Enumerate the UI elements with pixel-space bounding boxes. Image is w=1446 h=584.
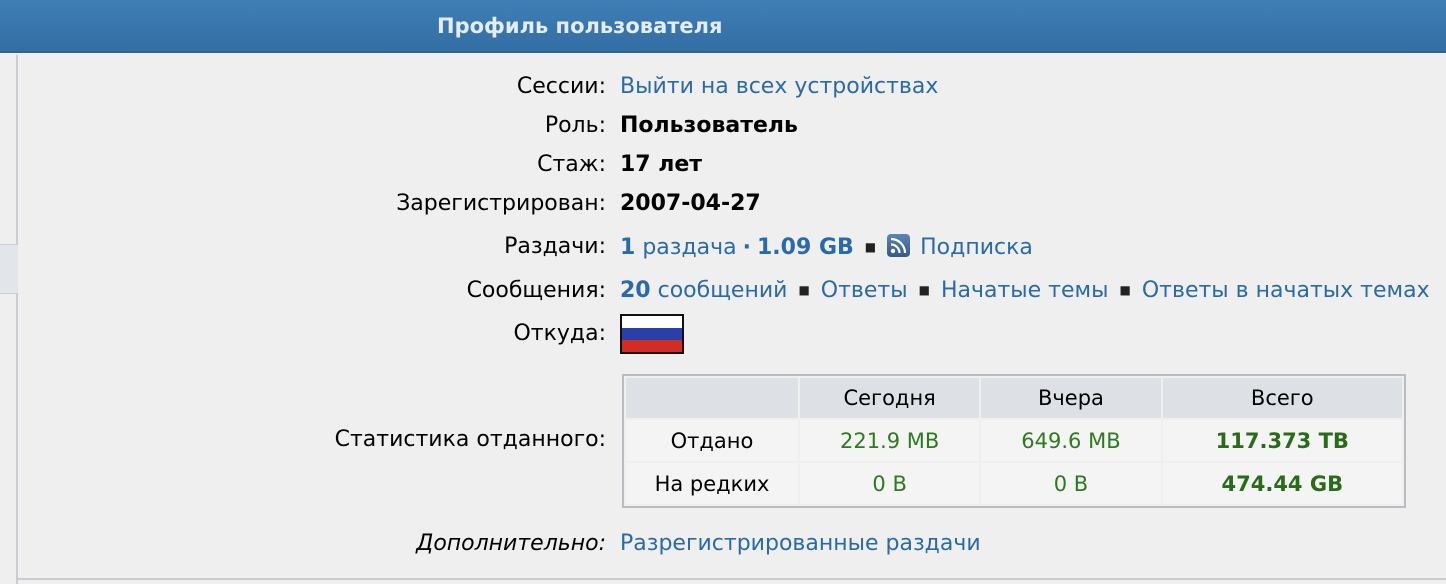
releases-dot: · <box>742 235 751 260</box>
stats-corner <box>626 378 798 418</box>
extra-row: Дополнительно: Разрегистрированные разда… <box>0 531 1446 563</box>
messages-row: Сообщения: 20 сообщений ■ Ответы ■ Начатые т… <box>0 278 1446 310</box>
releases-count-link[interactable]: 1 раздача <box>620 235 737 260</box>
subscribe-link[interactable]: Подписка <box>920 235 1033 260</box>
table-row: Отдано 221.9 MB 649.6 MB 117.373 TB <box>626 420 1402 461</box>
releases-value: 1 раздача · 1.09 GB ■ Подписка <box>620 234 1033 260</box>
releases-row: Раздачи: 1 раздача · 1.09 GB ■ Подписка <box>0 234 1446 266</box>
messages-count: 20 <box>620 278 651 303</box>
rss-icon[interactable] <box>887 234 911 257</box>
stats-col-today: Сегодня <box>800 378 980 418</box>
role-value: Пользователь <box>620 113 798 138</box>
tenure-row: Стаж: 17 лет <box>0 152 1446 184</box>
messages-value: 20 сообщений ■ Ответы ■ Начатые темы ■ Ответы … <box>620 278 1430 303</box>
messages-count-text: сообщений <box>657 278 788 303</box>
stats-col-total: Всего <box>1162 378 1402 418</box>
stats-row-name: Отдано <box>626 420 798 461</box>
registered-label: Зарегистрирован: <box>396 191 606 216</box>
role-row: Роль: Пользователь <box>0 113 1446 145</box>
russia-flag-icon <box>620 314 684 354</box>
releases-size: 1.09 GB <box>757 235 854 260</box>
replies-in-started-link[interactable]: Ответы в начатых темах <box>1142 278 1430 303</box>
releases-label: Раздачи: <box>504 234 606 259</box>
stats-cell-total: 474.44 GB <box>1162 463 1402 504</box>
profile-page: Профиль пользователя Сессии: Выйти на вс… <box>0 0 1446 584</box>
from-row: Откуда: <box>0 321 1446 353</box>
stats-cell-total: 117.373 TB <box>1162 420 1402 461</box>
tenure-label: Стаж: <box>537 152 606 177</box>
separator: ■ <box>798 283 810 297</box>
divider <box>18 578 1446 580</box>
stats-cell-yesterday: 649.6 MB <box>981 420 1161 461</box>
messages-count-link[interactable]: 20 сообщений <box>620 278 787 303</box>
tenure-value: 17 лет <box>620 152 703 177</box>
started-topics-link[interactable]: Начатые темы <box>941 278 1109 303</box>
table-row: На редких 0 B 0 B 474.44 GB <box>626 463 1402 504</box>
page-title: Профиль пользователя <box>437 14 723 38</box>
extra-label: Дополнительно: <box>416 531 606 556</box>
separator: ■ <box>918 283 930 297</box>
stats-cell-yesterday: 0 B <box>981 463 1161 504</box>
replies-link[interactable]: Ответы <box>821 278 908 303</box>
sessions-label: Сессии: <box>516 74 606 99</box>
stats-cell-today: 0 B <box>800 463 980 504</box>
sessions-row: Сессии: Выйти на всех устройствах <box>0 74 1446 106</box>
stats-col-yesterday: Вчера <box>981 378 1161 418</box>
releases-count-text: раздача <box>642 235 737 260</box>
stats-cell-today: 221.9 MB <box>800 420 980 461</box>
registered-value: 2007-04-27 <box>620 191 761 216</box>
stats-label: Статистика отданного: <box>334 427 606 452</box>
header-bar: Профиль пользователя <box>0 0 1446 53</box>
role-label: Роль: <box>544 113 606 138</box>
separator: ■ <box>864 240 877 254</box>
stats-table: Сегодня Вчера Всего Отдано 221.9 MB 649.… <box>622 374 1406 508</box>
releases-count: 1 <box>620 235 636 260</box>
from-label: Откуда: <box>513 321 606 346</box>
messages-label: Сообщения: <box>466 278 606 303</box>
registered-row: Зарегистрирован: 2007-04-27 <box>0 191 1446 223</box>
stats-header-row: Сегодня Вчера Всего <box>626 378 1402 418</box>
separator: ■ <box>1119 283 1131 297</box>
stats-row-name: На редких <box>626 463 798 504</box>
unregistered-releases-link[interactable]: Разрегистрированные раздачи <box>620 531 981 556</box>
logout-all-devices-link[interactable]: Выйти на всех устройствах <box>620 74 938 99</box>
